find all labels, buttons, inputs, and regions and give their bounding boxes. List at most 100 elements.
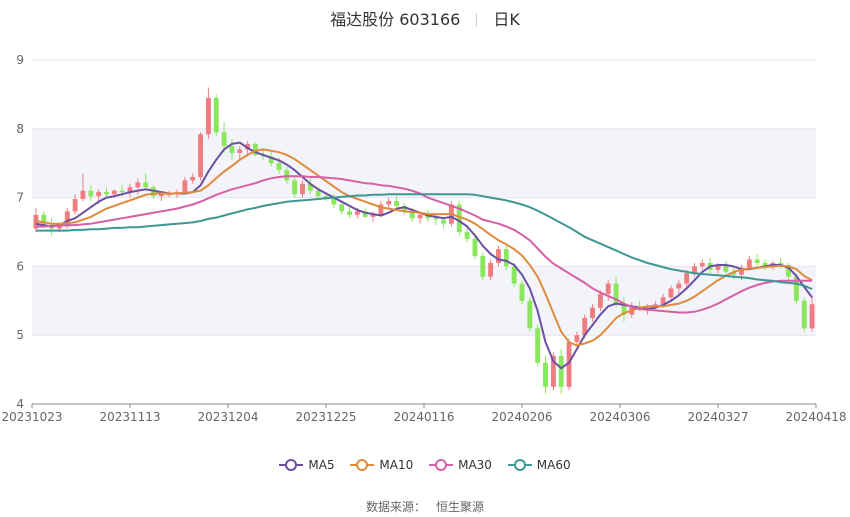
candle (417, 212, 423, 224)
candle-body (605, 283, 611, 294)
candle-body (386, 201, 392, 205)
candle-body (80, 190, 86, 199)
x-tick-label: 20231225 (295, 410, 356, 424)
candle (527, 297, 533, 332)
x-tick-label: 20240327 (687, 410, 748, 424)
y-tick-label: 6 (16, 259, 24, 273)
candle-body (676, 283, 682, 289)
candle-body (72, 198, 78, 212)
plot-band (32, 128, 816, 198)
candle-body (543, 362, 548, 387)
candle-body (394, 201, 399, 206)
candle (754, 254, 760, 267)
candle-body (237, 149, 243, 153)
candle-body (511, 266, 517, 284)
x-axis: 20231023 20231113 20231204 20231225 20240116… (1, 404, 847, 424)
candle-body (276, 163, 282, 171)
candle-body (284, 170, 290, 181)
candle-body (111, 190, 117, 195)
source-name: 恒生聚源 (436, 500, 485, 514)
y-tick-label: 5 (16, 328, 24, 342)
grid-lines (32, 59, 816, 405)
candle-body (527, 300, 533, 329)
candle-body (480, 256, 486, 277)
candle-body (558, 355, 564, 387)
x-tick-label: 20231204 (197, 410, 258, 424)
candle-body (801, 300, 807, 329)
legend-label: MA10 (379, 458, 414, 472)
candle (198, 132, 203, 181)
x-tick-label: 20240116 (393, 410, 454, 424)
candle (253, 142, 258, 157)
candle-body (574, 335, 580, 343)
candle-body (668, 288, 674, 298)
candle-body (221, 132, 227, 146)
y-tick-label: 7 (16, 191, 24, 205)
candle (519, 280, 525, 305)
x-tick-label: 20231113 (99, 410, 160, 424)
legend-label: MA30 (458, 458, 492, 472)
candle-body (433, 218, 439, 220)
candle-body (699, 262, 705, 267)
candle (558, 348, 564, 394)
candle (496, 245, 501, 267)
candle-body (300, 183, 305, 195)
candle-body (104, 192, 109, 195)
legend-item-ma30[interactable]: MA30 (429, 458, 492, 472)
candle-body (292, 180, 298, 195)
candle-body (213, 97, 219, 133)
candle-body (143, 182, 149, 188)
candle-body (229, 146, 235, 153)
plot-bands (32, 128, 816, 336)
x-tick-label: 20240306 (589, 410, 650, 424)
kline-chart: 456789 20231023 20231113 20231204 20231225 2… (1, 53, 847, 424)
candle-body (205, 97, 211, 135)
candle-body (198, 134, 203, 177)
candle (543, 355, 548, 394)
candle-body (535, 328, 541, 363)
candle (535, 324, 541, 367)
candle-body (315, 190, 321, 197)
candle (401, 203, 407, 215)
y-tick-label: 9 (16, 53, 24, 67)
candle-body (519, 283, 525, 301)
legend-marker (350, 459, 375, 471)
candle-body (590, 307, 595, 318)
candle-body (417, 214, 423, 219)
candle (480, 252, 486, 281)
candle-body (119, 190, 125, 193)
legend-item-ma60[interactable]: MA60 (507, 458, 571, 472)
y-tick-label: 8 (16, 122, 24, 136)
candle-body (88, 190, 94, 197)
candle-body (441, 219, 447, 224)
legend-marker (279, 459, 304, 471)
candle-body (809, 304, 815, 329)
candle (464, 228, 470, 243)
legend-item-ma10[interactable]: MA10 (350, 458, 413, 472)
source-label: 数据来源： (365, 500, 426, 514)
candle (213, 94, 219, 136)
legend-label: MA5 (308, 458, 335, 472)
candle-body (135, 182, 141, 188)
x-tick-label: 20240418 (785, 410, 846, 424)
candle (33, 207, 39, 232)
y-tick-label: 4 (16, 397, 24, 411)
candle-body (754, 259, 760, 263)
candle-body (57, 226, 62, 229)
candle-body (597, 293, 603, 308)
x-tick-label: 20231023 (1, 410, 62, 424)
legend-label: MA60 (536, 458, 571, 472)
candle-body (354, 211, 360, 215)
legend-marker (507, 459, 532, 471)
legend: MA5 MA10 MA30 MA60 (0, 458, 850, 475)
candle-body (472, 238, 478, 257)
candle (205, 87, 211, 140)
candle-body (746, 259, 752, 268)
candle (386, 197, 392, 208)
candle (503, 245, 509, 270)
legend-item-ma5[interactable]: MA5 (279, 458, 335, 472)
y-axis: 4 5 6 7 8 9 (16, 53, 24, 411)
candle-body (182, 180, 188, 193)
candle-body (339, 204, 345, 212)
candle-body (347, 211, 352, 215)
